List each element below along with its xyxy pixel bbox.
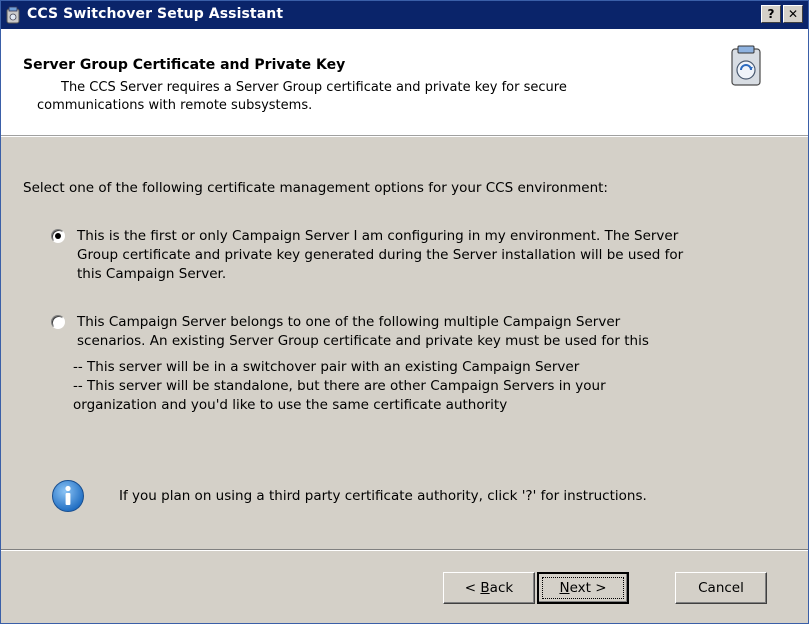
back-button[interactable]: < Back — [443, 572, 535, 604]
setup-assistant-window: CCS Switchover Setup Assistant ? ✕ Serve… — [0, 0, 809, 624]
option-line: This Campaign Server belongs to one of t… — [77, 314, 621, 330]
footer-divider — [1, 549, 808, 551]
option-line: scenarios. An existing Server Group cert… — [77, 333, 649, 349]
page-description: The CCS Server requires a Server Group c… — [37, 79, 701, 115]
description-line: The CCS Server requires a Server Group c… — [61, 80, 567, 95]
page-title: Server Group Certificate and Private Key — [23, 57, 346, 73]
description-line: communications with remote subsystems. — [37, 98, 313, 113]
info-message: If you plan on using a third party certi… — [119, 488, 647, 504]
wizard-icon — [731, 45, 761, 86]
focus-rect — [542, 577, 624, 599]
header-divider — [1, 136, 808, 137]
option-line: This is the first or only Campaign Serve… — [77, 228, 679, 244]
app-icon — [6, 6, 20, 24]
close-button[interactable]: ✕ — [783, 5, 803, 23]
window-title: CCS Switchover Setup Assistant — [27, 6, 284, 22]
title-bar[interactable]: CCS Switchover Setup Assistant ? ✕ — [1, 1, 808, 29]
option-label[interactable]: This Campaign Server belongs to one of t… — [77, 313, 797, 351]
radio-selected-dot — [55, 233, 61, 239]
scenario-line: -- This server will be in a switchover p… — [73, 359, 580, 375]
instruction-text: Select one of the following certificate … — [23, 180, 608, 196]
scenario-line: organization and you'd like to use the s… — [73, 397, 508, 413]
option-line: this Campaign Server. — [77, 266, 227, 282]
next-button[interactable]: Next > — [537, 572, 629, 604]
cancel-button[interactable]: Cancel — [675, 572, 767, 604]
wizard-header: Server Group Certificate and Private Key… — [1, 29, 808, 136]
option-sub-scenarios: -- This server will be in a switchover p… — [73, 358, 773, 415]
option-label[interactable]: This is the first or only Campaign Serve… — [77, 227, 797, 284]
option-line: Group certificate and private key genera… — [77, 247, 684, 263]
info-icon — [52, 480, 84, 512]
help-button[interactable]: ? — [761, 5, 781, 23]
radio-multiple-servers[interactable] — [51, 315, 65, 329]
radio-first-server[interactable] — [51, 229, 65, 243]
scenario-line: -- This server will be standalone, but t… — [73, 378, 606, 394]
